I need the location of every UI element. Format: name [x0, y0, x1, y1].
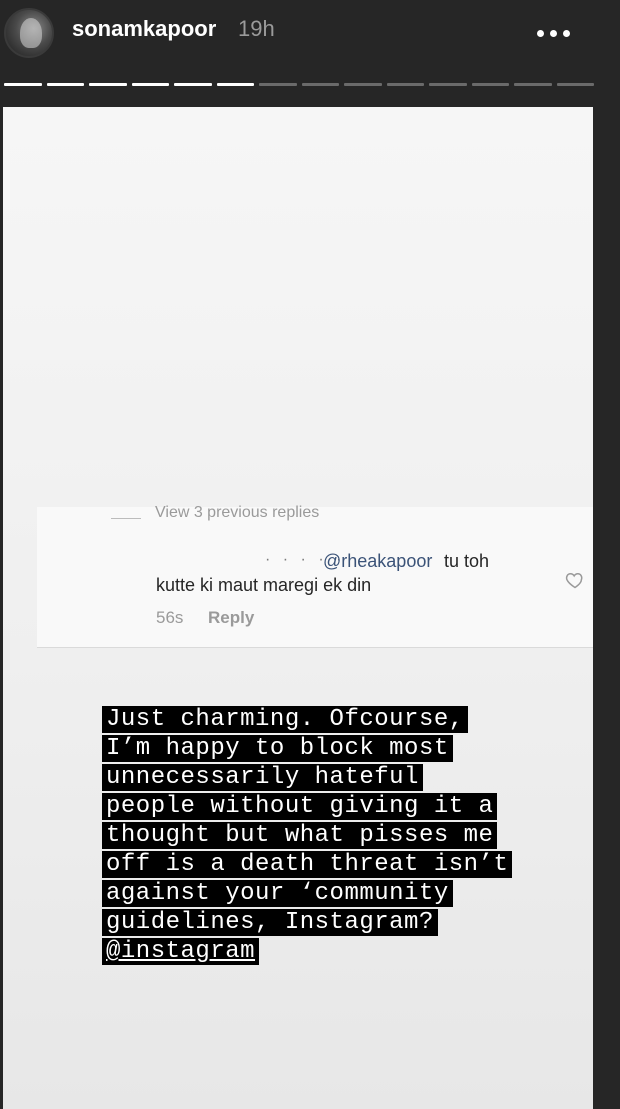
progress-segment: [46, 83, 84, 86]
progress-segment: [174, 83, 212, 86]
instagram-handle[interactable]: @instagram: [102, 938, 260, 965]
progress-segment: [514, 83, 552, 86]
more-options-icon[interactable]: [537, 24, 577, 37]
divider: [37, 647, 593, 648]
story-header: sonamkapoor 19h: [0, 0, 620, 70]
caption-line: Just charming. Ofcourse,: [102, 705, 532, 734]
progress-segment: [4, 83, 42, 86]
story-viewer: sonamkapoor 19h View 3 previous replies …: [0, 0, 620, 1109]
view-previous-replies: View 3 previous replies: [155, 504, 320, 521]
username[interactable]: sonamkapoor: [72, 16, 216, 42]
caption-line: thought but what pisses me: [102, 821, 532, 850]
comment-text-line1: tu toh: [444, 551, 490, 571]
progress-segment: [89, 83, 127, 86]
caption-line: unnecessarily hateful: [102, 763, 532, 792]
reply-link: Reply: [208, 608, 255, 627]
caption-line: I’m happy to block most: [102, 734, 532, 763]
progress-segment: [344, 83, 382, 86]
progress-segment: [471, 83, 509, 86]
heart-outline-icon: [565, 572, 583, 589]
caption-line: against your ‘community: [102, 879, 532, 908]
mention-link: @rheakapoor: [323, 551, 433, 571]
post-time: 19h: [238, 16, 275, 41]
progress-segment: [259, 83, 297, 86]
avatar[interactable]: [4, 8, 54, 58]
progress-segment: [131, 83, 169, 86]
progress-segment: [301, 83, 339, 86]
progress-segment: [429, 83, 467, 86]
progress-segment: [556, 83, 594, 86]
progress-segment: [386, 83, 424, 86]
story-content[interactable]: View 3 previous replies · · · · · @rheak…: [3, 107, 593, 1109]
progress-segment: [216, 83, 254, 86]
comment-text-line2: kutte ki maut maregi ek din: [156, 575, 372, 595]
comment-screenshot: View 3 previous replies · · · · · @rheak…: [37, 504, 593, 647]
caption-line: guidelines, Instagram?: [102, 908, 532, 937]
view-replies-line: [111, 518, 141, 519]
story-caption: Just charming. Ofcourse, I’m happy to bl…: [102, 705, 532, 966]
story-progress-bar: [4, 83, 594, 87]
caption-line: people without giving it a: [102, 792, 532, 821]
caption-line: off is a death threat isn’t: [102, 850, 532, 879]
caption-handle-line: @instagram: [102, 937, 532, 966]
comment-time: 56s: [156, 608, 184, 627]
